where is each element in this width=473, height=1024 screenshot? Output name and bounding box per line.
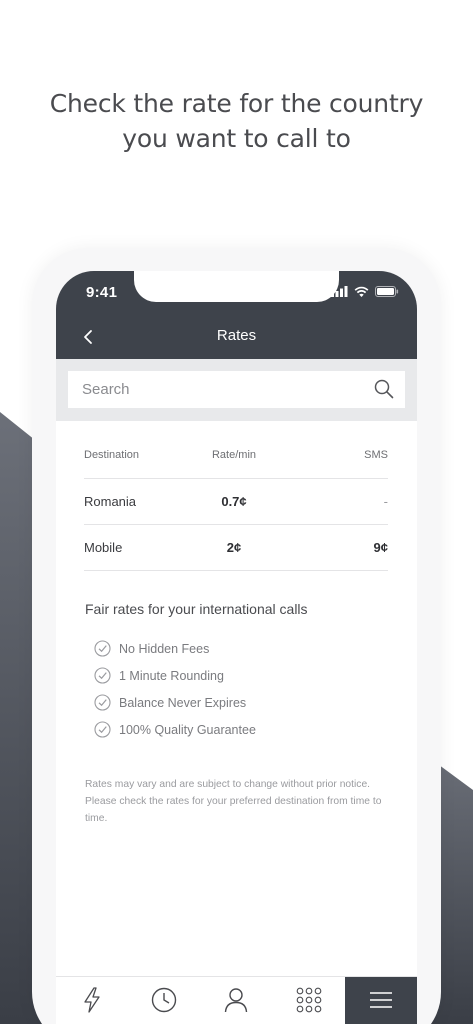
- table-row[interactable]: Romania 0.7¢ -: [84, 479, 388, 525]
- list-item: 100% Quality Guarantee: [94, 716, 256, 743]
- table-row[interactable]: Mobile 2¢ 9¢: [84, 525, 388, 571]
- fair-rates-title: Fair rates for your international calls: [85, 601, 308, 617]
- feature-label: 100% Quality Guarantee: [119, 722, 256, 737]
- sms-cell: 9¢: [373, 540, 388, 555]
- tab-recents[interactable]: [128, 977, 200, 1024]
- headline: Check the rate for the country you want …: [0, 86, 473, 156]
- search-icon[interactable]: [374, 379, 394, 399]
- list-item: Balance Never Expires: [94, 689, 256, 716]
- header-rate: Rate/min: [211, 449, 257, 461]
- check-circle-icon: [94, 640, 111, 657]
- check-circle-icon: [94, 721, 111, 738]
- tab-bar: [56, 976, 417, 1024]
- notch: [134, 271, 339, 302]
- destination-cell: Mobile: [84, 540, 123, 555]
- check-circle-icon: [94, 694, 111, 711]
- rate-cell: 2¢: [226, 540, 242, 555]
- feature-label: Balance Never Expires: [119, 695, 247, 710]
- person-icon: [225, 988, 248, 1013]
- search-bar: [56, 359, 417, 421]
- signal-icon: [331, 286, 348, 297]
- tab-keypad[interactable]: [273, 977, 345, 1024]
- wifi-icon: [354, 286, 369, 297]
- headline-line-1: Check the rate for the country: [49, 89, 424, 118]
- tab-menu[interactable]: [344, 977, 417, 1024]
- page-title: Rates: [216, 327, 257, 344]
- list-item: 1 Minute Rounding: [94, 662, 256, 689]
- table-header: Destination Rate/min SMS: [84, 449, 388, 479]
- feature-label: 1 Minute Rounding: [119, 668, 224, 683]
- lightning-icon: [84, 987, 100, 1013]
- list-item: No Hidden Fees: [94, 635, 256, 662]
- destination-cell: Romania: [84, 494, 137, 509]
- battery-icon: [375, 286, 399, 297]
- headline-line-2: you want to call to: [122, 124, 351, 153]
- top-bar: 9:41 Rates: [56, 271, 417, 359]
- rates-table: Destination Rate/min SMS Romania 0.7¢ - …: [84, 449, 388, 571]
- header-destination: Destination: [84, 449, 140, 461]
- tab-quick[interactable]: [56, 977, 128, 1024]
- menu-icon: [369, 992, 392, 1008]
- status-icons: [331, 286, 399, 297]
- feature-label: No Hidden Fees: [119, 641, 210, 656]
- sms-cell: -: [383, 494, 388, 509]
- check-circle-icon: [94, 667, 111, 684]
- feature-list: No Hidden Fees 1 Minute Rounding Balance…: [94, 635, 256, 743]
- rate-cell: 0.7¢: [221, 494, 247, 509]
- clock-icon: [152, 987, 177, 1013]
- keypad-icon: [296, 987, 322, 1013]
- status-time: 9:41: [86, 284, 118, 301]
- phone-screen: 9:41 Rates Search Destination Rate/min S…: [56, 271, 417, 1024]
- search-input[interactable]: [68, 371, 405, 408]
- header-sms: SMS: [364, 449, 388, 461]
- tab-contacts[interactable]: [200, 977, 272, 1024]
- disclaimer-text: Rates may vary and are subject to change…: [85, 779, 382, 824]
